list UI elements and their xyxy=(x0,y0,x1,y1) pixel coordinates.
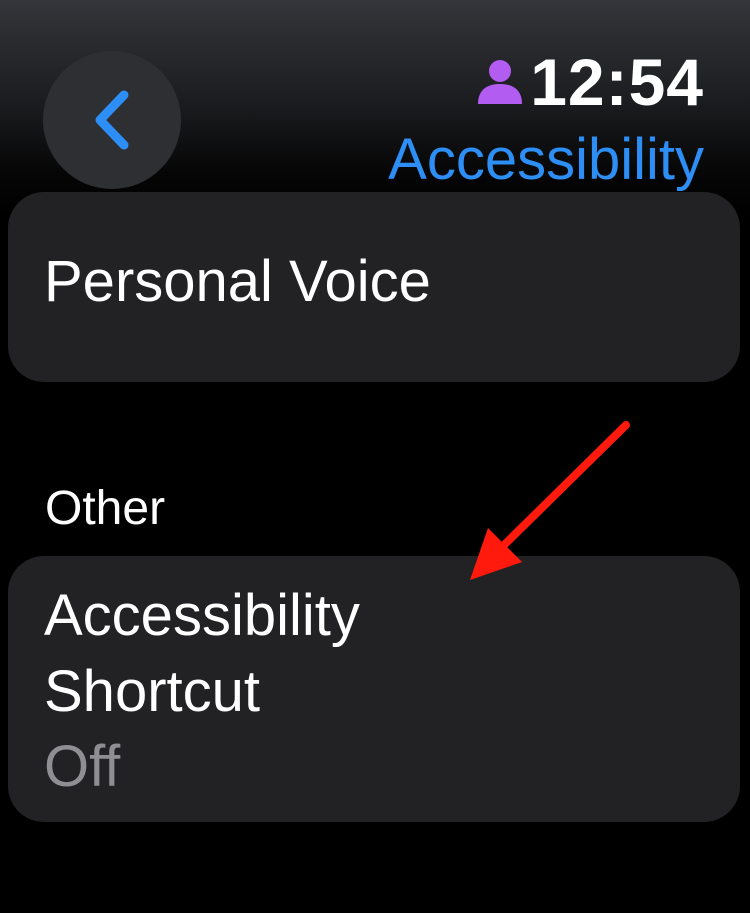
accessibility-shortcut-value: Off xyxy=(44,734,121,799)
section-header-other: Other xyxy=(45,482,166,535)
person-icon xyxy=(478,60,523,104)
clock: 12:54 xyxy=(530,45,704,119)
back-button[interactable] xyxy=(43,51,181,189)
accessibility-shortcut-label-line1: Accessibility xyxy=(44,583,360,648)
status-bar: 12:54 xyxy=(476,44,704,120)
accessibility-shortcut-row[interactable]: Accessibility Shortcut Off xyxy=(8,556,740,822)
personal-voice-label: Personal Voice xyxy=(44,249,431,314)
page-title: Accessibility xyxy=(388,127,704,192)
personal-voice-row[interactable]: Personal Voice xyxy=(8,192,740,382)
accessibility-shortcut-label-line2: Shortcut xyxy=(44,659,260,724)
chevron-left-icon xyxy=(95,90,129,150)
